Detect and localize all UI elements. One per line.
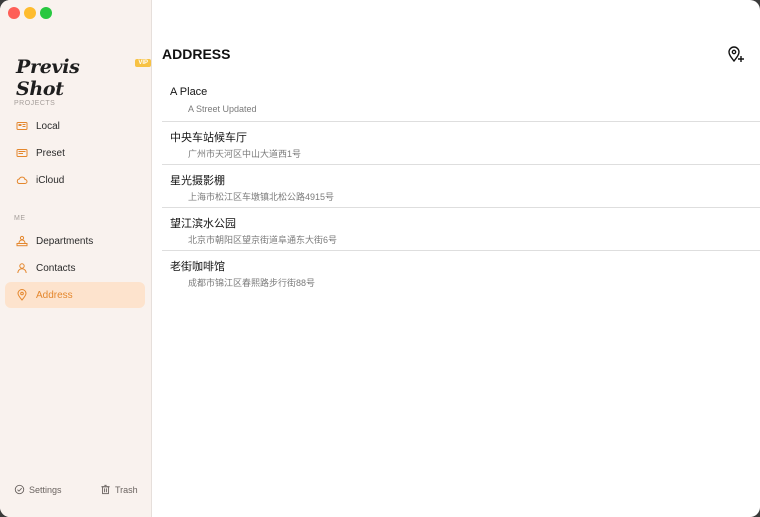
sidebar-item-local[interactable]: Local — [5, 113, 145, 139]
address-row[interactable]: 望江滨水公园 北京市朝阳区望京街道阜通东大街6号 — [162, 208, 760, 251]
sidebar-item-label: Departments — [36, 235, 94, 247]
sidebar-item-label: iCloud — [36, 174, 65, 186]
departments-icon — [16, 235, 28, 247]
page-title: ADDRESS — [162, 46, 231, 62]
address-row[interactable]: 老街咖啡馆 成都市锦江区春熙路步行街88号 — [162, 251, 760, 293]
app-window: Previs Shot VIP PROJECTS Local Preset iC… — [0, 0, 760, 517]
sidebar: Previs Shot VIP PROJECTS Local Preset iC… — [0, 0, 152, 517]
address-name: 中央车站候车厅 — [170, 132, 247, 144]
trash-icon — [101, 484, 110, 495]
address-detail: 广州市天河区中山大道西1号 — [188, 149, 302, 159]
sidebar-item-departments[interactable]: Departments — [5, 228, 145, 254]
address-detail: A Street Updated — [188, 104, 257, 114]
minimize-window-button[interactable] — [24, 7, 36, 19]
trash-button[interactable]: Trash — [100, 484, 138, 495]
sidebar-item-label: Address — [36, 289, 73, 301]
sidebar-item-icloud[interactable]: iCloud — [5, 167, 145, 193]
main-content: ADDRESS A Place A Street Updated 中央车站候车厅… — [152, 0, 760, 517]
sidebar-item-address[interactable]: Address — [5, 282, 145, 308]
close-window-button[interactable] — [8, 7, 20, 19]
preset-icon — [16, 147, 28, 159]
vip-badge: VIP — [135, 59, 151, 67]
address-row[interactable]: A Place A Street Updated — [162, 79, 760, 122]
sidebar-item-contacts[interactable]: Contacts — [5, 255, 145, 281]
address-name: 星光摄影棚 — [170, 175, 225, 187]
address-row[interactable]: 中央车站候车厅 广州市天河区中山大道西1号 — [162, 122, 760, 165]
settings-icon — [14, 484, 25, 495]
sidebar-item-label: Local — [36, 120, 60, 132]
address-detail: 成都市锦江区春熙路步行街88号 — [188, 278, 316, 288]
address-name: A Place — [170, 86, 208, 98]
settings-button[interactable]: Settings — [14, 484, 62, 495]
add-address-button[interactable] — [726, 45, 746, 63]
local-icon — [16, 120, 28, 132]
location-pin-icon — [16, 289, 28, 301]
address-name: 老街咖啡馆 — [170, 261, 225, 273]
projects-section-title: PROJECTS — [14, 100, 56, 107]
address-detail: 北京市朝阳区望京街道阜通东大街6号 — [188, 235, 338, 245]
add-location-icon — [728, 46, 744, 63]
sidebar-item-label: Contacts — [36, 262, 76, 274]
contacts-icon — [16, 262, 28, 274]
trash-label: Trash — [115, 484, 138, 495]
zoom-window-button[interactable] — [40, 7, 52, 19]
address-list: A Place A Street Updated 中央车站候车厅 广州市天河区中… — [162, 79, 760, 293]
sidebar-item-label: Preset — [36, 147, 65, 159]
sidebar-item-preset[interactable]: Preset — [5, 140, 145, 166]
me-section-title: ME — [14, 215, 26, 222]
window-controls — [8, 7, 52, 19]
address-name: 望江滨水公园 — [170, 218, 236, 230]
app-logo: Previs Shot VIP — [16, 56, 151, 100]
app-name: Previs Shot — [16, 56, 80, 100]
cloud-icon — [16, 174, 28, 186]
address-row[interactable]: 星光摄影棚 上海市松江区车墩镇北松公路4915号 — [162, 165, 760, 208]
settings-label: Settings — [29, 484, 62, 495]
address-detail: 上海市松江区车墩镇北松公路4915号 — [188, 192, 335, 202]
